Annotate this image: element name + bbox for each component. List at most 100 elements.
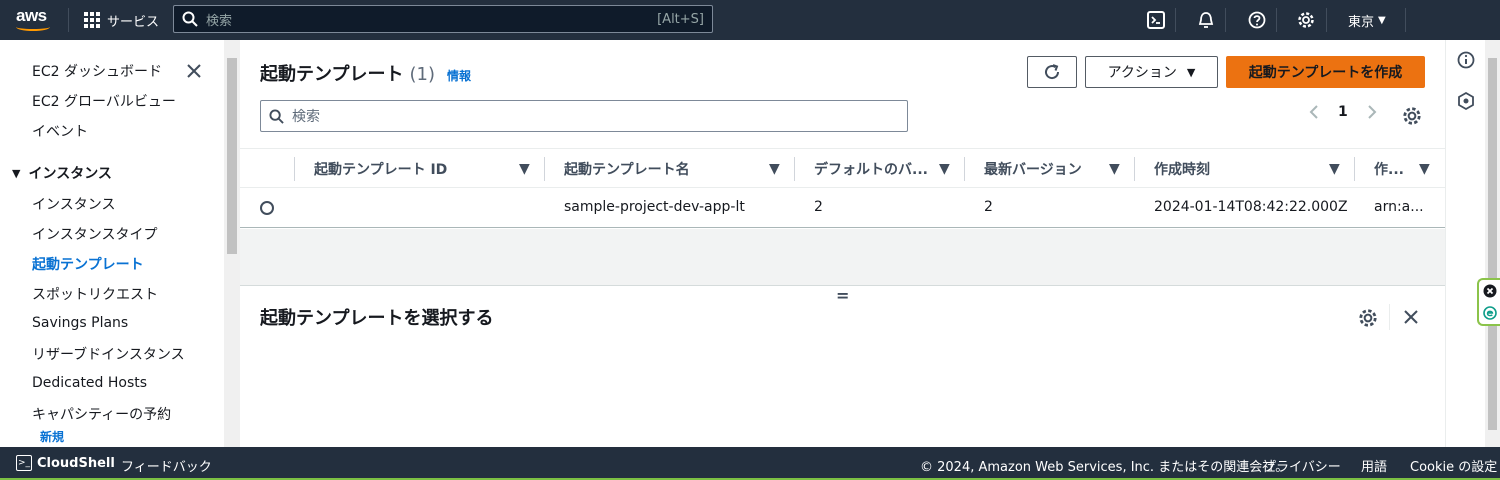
- bell-icon[interactable]: [1195, 9, 1217, 31]
- help-icon[interactable]: [1246, 9, 1268, 31]
- sort-caret-icon[interactable]: ▼: [519, 149, 530, 189]
- sort-caret-icon[interactable]: ▼: [1329, 149, 1340, 189]
- sort-caret-icon[interactable]: ▼: [939, 149, 950, 189]
- privacy-link[interactable]: プライバシー: [1263, 456, 1341, 475]
- cookie-settings-link[interactable]: Cookie の設定: [1410, 456, 1497, 475]
- search-placeholder: 検索: [292, 109, 320, 125]
- column-separator: [544, 157, 545, 181]
- column-header-default-version[interactable]: デフォルトのバ...: [814, 149, 928, 189]
- column-separator: [794, 157, 795, 181]
- split-panel-gear-icon[interactable]: [1358, 308, 1378, 328]
- tools-rail: [1445, 40, 1485, 447]
- column-header-template-id[interactable]: 起動テンプレート ID: [314, 149, 447, 189]
- create-launch-template-button[interactable]: 起動テンプレートを作成: [1226, 56, 1425, 88]
- cell-template-name: sample-project-dev-app-lt: [564, 199, 745, 215]
- sidebar-item-ec2-global-view[interactable]: EC2 グローバルビュー: [32, 91, 176, 111]
- chevron-right-icon[interactable]: [1366, 104, 1378, 120]
- nav-divider: [1225, 8, 1226, 32]
- table-row[interactable]: sample-project-dev-app-lt 2 2 2024-01-14…: [240, 188, 1445, 228]
- sidebar-item-ec2-dashboard[interactable]: EC2 ダッシュボード: [32, 61, 162, 81]
- column-header-owner[interactable]: 作...: [1374, 149, 1404, 189]
- nav-divider: [68, 8, 69, 32]
- feedback-hexagon-icon[interactable]: [1456, 91, 1476, 111]
- sort-caret-icon[interactable]: ▼: [1419, 149, 1430, 189]
- nav-divider: [1276, 8, 1277, 32]
- sidebar-item-instance-types[interactable]: インスタンスタイプ: [32, 224, 157, 244]
- close-icon[interactable]: [1402, 308, 1420, 326]
- column-header-label: デフォルトのバ...: [814, 162, 928, 178]
- scrollbar-thumb[interactable]: [227, 58, 237, 254]
- global-search-input[interactable]: 検索 [Alt+S]: [173, 5, 713, 33]
- region-selector[interactable]: 東京 ▼: [1348, 11, 1386, 30]
- sidebar-section-instances[interactable]: ▼ インスタンス: [12, 163, 112, 183]
- sidebar-item-capacity-reservations[interactable]: キャパシティーの予約: [32, 404, 171, 424]
- footer: >_ CloudShell フィードバック © 2024, Amazon Web…: [0, 447, 1500, 480]
- search-placeholder: 検索: [206, 13, 233, 29]
- sidebar-item-reserved-instances[interactable]: リザーブドインスタンス: [32, 344, 185, 364]
- actions-dropdown-button[interactable]: アクション ▼: [1085, 56, 1218, 88]
- services-label: サービス: [107, 14, 160, 30]
- close-circle-icon[interactable]: [1483, 284, 1497, 298]
- info-icon[interactable]: [1456, 50, 1476, 70]
- launch-templates-table-container: 起動テンプレート (1) 情報 アクション ▼ 起動テンプレートを作成 検索 1: [240, 40, 1445, 228]
- table-bottom-spacer: [240, 229, 1445, 285]
- cloudshell-icon[interactable]: >_: [16, 455, 32, 471]
- nav-divider: [1405, 8, 1406, 32]
- sidebar-item-savings-plans[interactable]: Savings Plans: [32, 315, 128, 331]
- caret-down-icon: ▼: [1378, 15, 1386, 26]
- page-scrollbar[interactable]: [1485, 40, 1500, 447]
- sidebar-scrollbar[interactable]: [224, 40, 240, 447]
- column-header-label: 起動テンプレート ID: [314, 162, 448, 178]
- nav-divider: [1175, 8, 1176, 32]
- sort-caret-icon[interactable]: ▼: [769, 149, 780, 189]
- column-header-latest-version[interactable]: 最新バージョン: [984, 149, 1082, 189]
- table-preferences-gear-icon[interactable]: [1402, 106, 1422, 126]
- region-label: 東京: [1348, 15, 1375, 30]
- sidebar-item-dedicated-hosts[interactable]: Dedicated Hosts: [32, 375, 147, 391]
- split-panel-divider: [1389, 304, 1390, 330]
- close-sidebar-icon[interactable]: [185, 62, 203, 80]
- table-header-row: 起動テンプレート ID ▼ 起動テンプレート名 ▼ デフォルトのバ... ▼ 最…: [240, 148, 1445, 188]
- column-header-label: 起動テンプレート名: [564, 162, 690, 178]
- aws-smile-icon: [16, 23, 50, 31]
- info-link[interactable]: 情報: [447, 67, 471, 84]
- browser-extension-widget[interactable]: [1477, 278, 1500, 326]
- caret-down-icon: ▼: [12, 166, 21, 180]
- row-select-radio[interactable]: [260, 201, 274, 215]
- sidebar-item-spot-requests[interactable]: スポットリクエスト: [32, 284, 158, 304]
- extension-e-icon[interactable]: [1483, 306, 1497, 320]
- sort-caret-icon[interactable]: ▼: [1109, 149, 1120, 189]
- column-separator: [1134, 157, 1135, 181]
- pagination: 1: [1308, 104, 1378, 120]
- column-header-label: 最新バージョン: [984, 162, 1082, 178]
- page-number[interactable]: 1: [1338, 104, 1348, 120]
- sidebar-item-launch-templates[interactable]: 起動テンプレート: [32, 254, 144, 274]
- aws-logo[interactable]: aws: [14, 6, 54, 34]
- feedback-link[interactable]: フィードバック: [121, 456, 212, 475]
- column-header-created[interactable]: 作成時刻: [1154, 149, 1210, 189]
- cell-created: 2024-01-14T08:42:22.000Z: [1154, 199, 1348, 215]
- table-search-input[interactable]: 検索: [260, 100, 908, 132]
- cloudshell-icon[interactable]: [1145, 9, 1167, 31]
- scrollbar-thumb[interactable]: [1488, 58, 1497, 430]
- main-content: 起動テンプレート (1) 情報 アクション ▼ 起動テンプレートを作成 検索 1: [240, 40, 1445, 447]
- terms-link[interactable]: 用語: [1361, 456, 1387, 475]
- services-menu-button[interactable]: サービス: [83, 10, 159, 30]
- split-panel-resize-handle[interactable]: =: [836, 286, 849, 305]
- grid-icon: [83, 11, 101, 29]
- column-header-template-name[interactable]: 起動テンプレート名: [564, 149, 690, 189]
- search-shortcut: [Alt+S]: [657, 11, 704, 27]
- gear-icon[interactable]: [1295, 9, 1317, 31]
- cloudshell-link[interactable]: CloudShell: [37, 456, 115, 471]
- copyright-text: © 2024, Amazon Web Services, Inc. またはその関…: [920, 460, 1289, 475]
- chevron-left-icon[interactable]: [1308, 104, 1320, 120]
- top-navigation: aws サービス 検索 [Alt+S] 東京 ▼: [0, 0, 1500, 40]
- caret-down-icon: ▼: [1186, 65, 1196, 79]
- cell-owner: arn:a...: [1374, 199, 1424, 215]
- column-separator: [294, 157, 295, 181]
- column-header-label: 作成時刻: [1154, 162, 1210, 178]
- sidebar-item-instances[interactable]: インスタンス: [32, 194, 115, 214]
- split-panel-title: 起動テンプレートを選択する: [260, 308, 494, 329]
- refresh-button[interactable]: [1027, 56, 1077, 88]
- sidebar-item-events[interactable]: イベント: [32, 121, 88, 141]
